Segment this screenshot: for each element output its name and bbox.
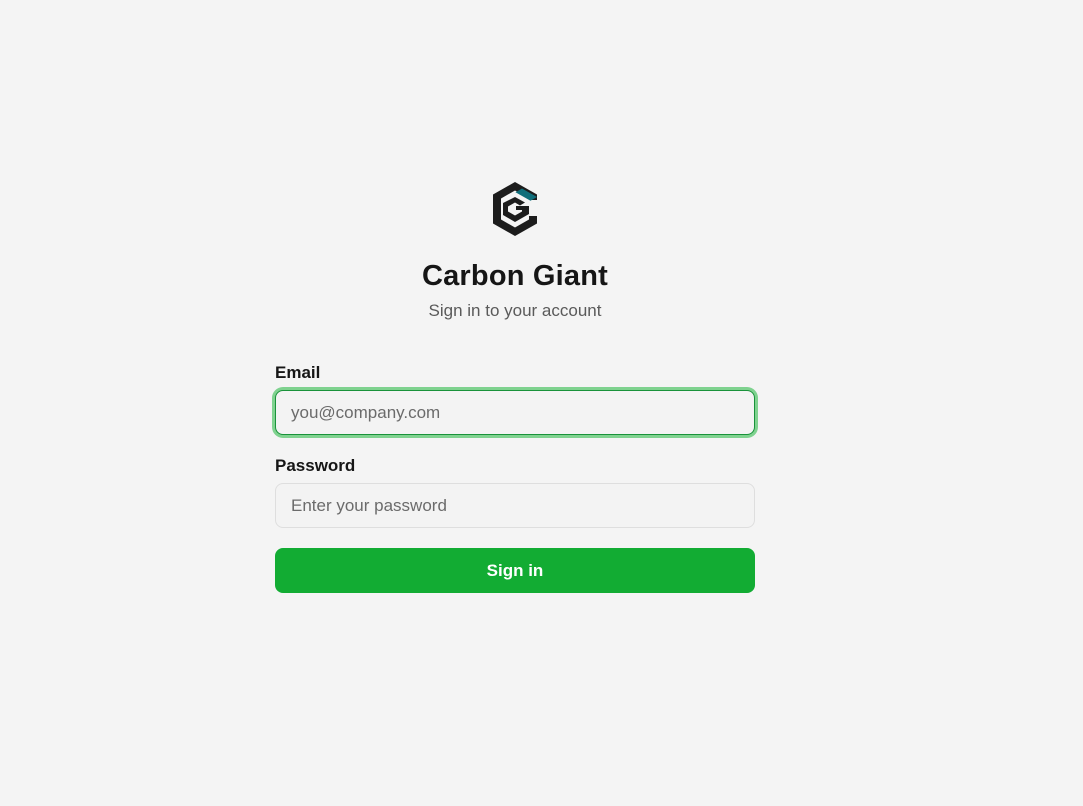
password-label: Password [275, 456, 356, 475]
sign-in-button[interactable]: Sign in [275, 548, 755, 593]
login-form: Email Password Sign in [275, 362, 755, 593]
carbon-giant-logo-icon [493, 182, 537, 236]
brand-title: Carbon Giant [421, 260, 609, 292]
sign-in-subtitle: Sign in to your account [428, 301, 602, 320]
password-field-group: Password [275, 455, 755, 528]
brand-header: Carbon Giant Sign in to your account [275, 180, 755, 322]
login-panel: Carbon Giant Sign in to your account Ema… [275, 180, 755, 593]
password-input[interactable] [275, 483, 755, 528]
email-label: Email [275, 363, 321, 382]
email-input[interactable] [275, 390, 755, 435]
email-field-group: Email [275, 362, 755, 435]
